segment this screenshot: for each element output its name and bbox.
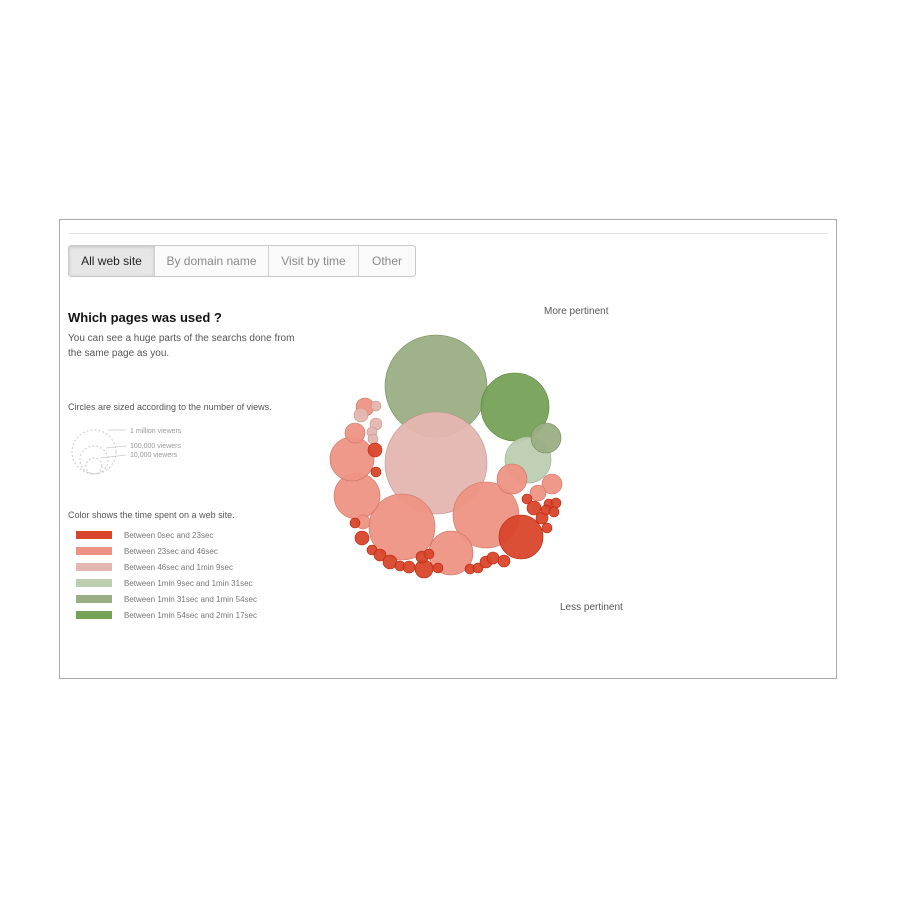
- bubble-mark[interactable]: [344, 422, 366, 444]
- bubble-mark[interactable]: [530, 422, 562, 454]
- bubble-mark[interactable]: [432, 562, 444, 574]
- bubble-mark[interactable]: [367, 433, 379, 445]
- bubble-mark[interactable]: [497, 554, 511, 568]
- bubble-chart: [329, 334, 563, 579]
- bubble-mark[interactable]: [498, 514, 544, 560]
- bubble-mark[interactable]: [370, 466, 382, 478]
- bubble-mark[interactable]: [550, 497, 562, 509]
- bubble-mark[interactable]: [329, 436, 375, 482]
- visualization-panel: All web site By domain name Visit by tim…: [59, 219, 837, 679]
- bubble-mark[interactable]: [354, 530, 370, 546]
- bubble-mark[interactable]: [402, 560, 416, 574]
- bubble-mark[interactable]: [496, 463, 528, 495]
- bubble-mark[interactable]: [548, 506, 560, 518]
- bubble-mark[interactable]: [367, 442, 383, 458]
- bubble-mark[interactable]: [370, 400, 382, 412]
- bubble-mark[interactable]: [353, 407, 369, 423]
- bubble-mark[interactable]: [423, 548, 435, 560]
- bubble-mark[interactable]: [529, 484, 547, 502]
- bubble-mark[interactable]: [349, 517, 361, 529]
- bubble-mark[interactable]: [541, 522, 553, 534]
- bubble-mark[interactable]: [486, 551, 500, 565]
